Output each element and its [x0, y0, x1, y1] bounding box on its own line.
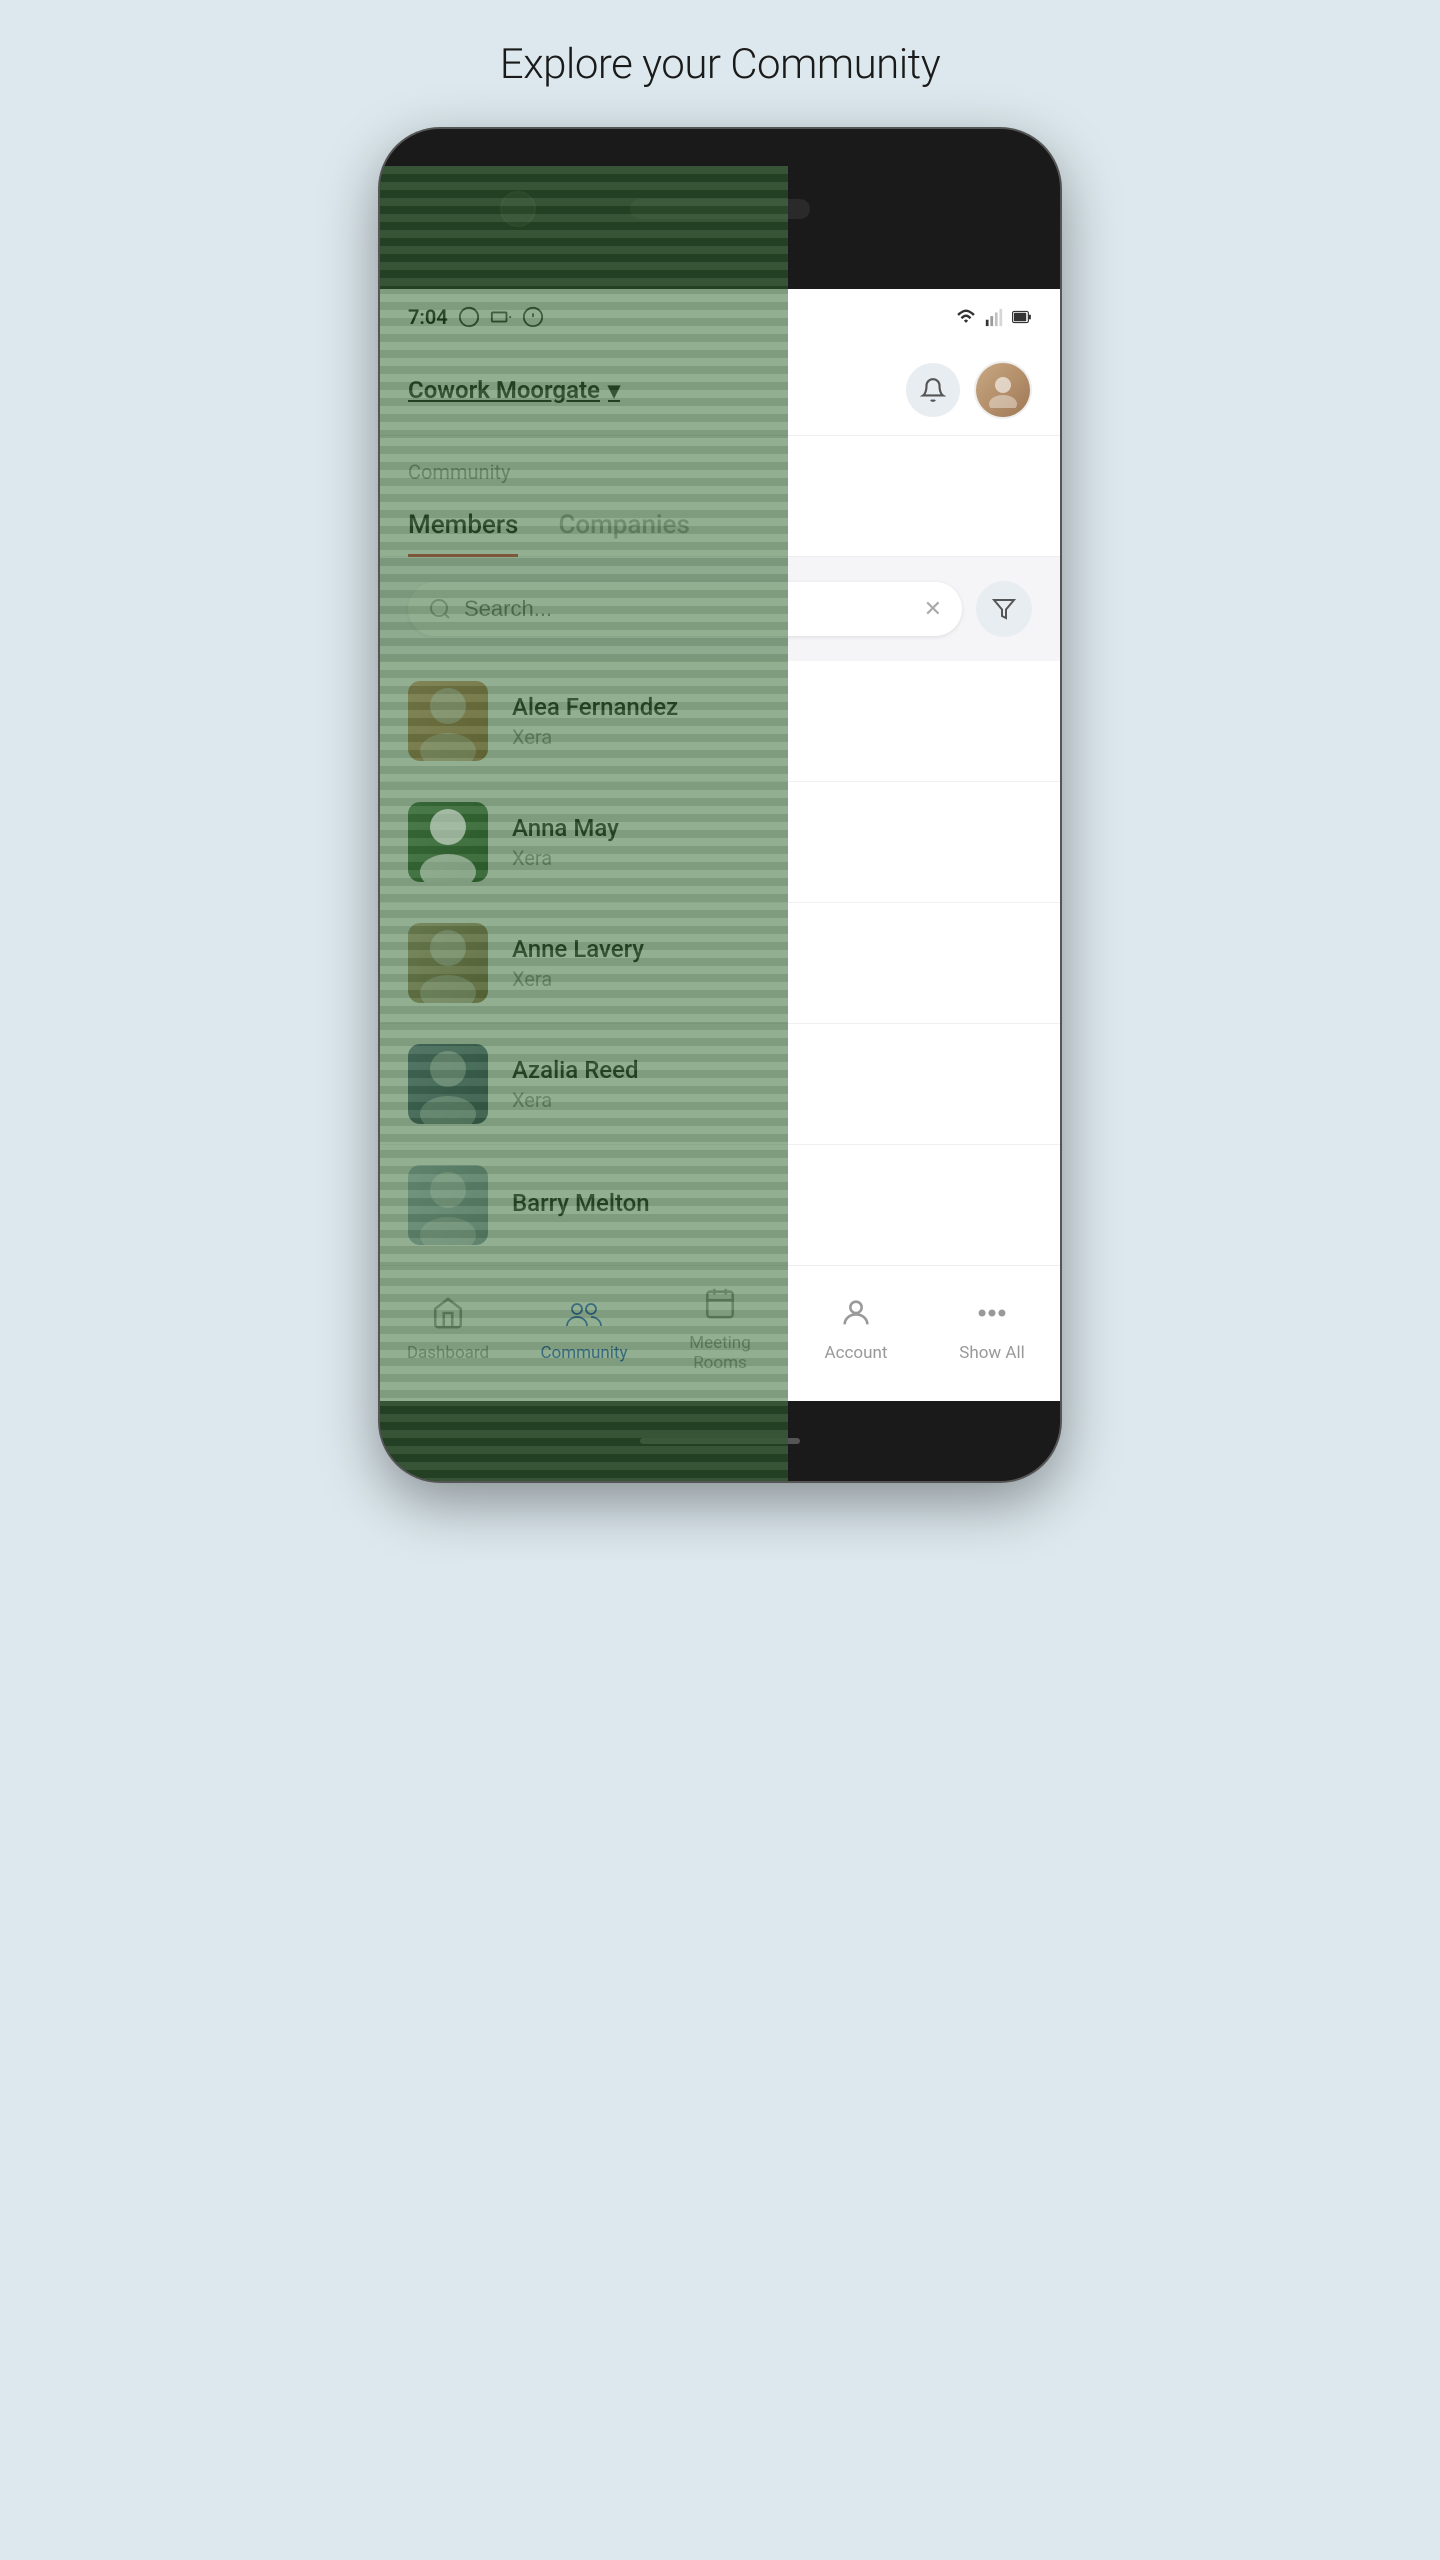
more-icon	[975, 1296, 1009, 1335]
wifi-icon	[956, 307, 976, 327]
bell-icon	[920, 377, 946, 403]
signal-icon	[984, 307, 1004, 327]
filter-button[interactable]	[976, 581, 1032, 637]
header-actions	[906, 361, 1032, 419]
battery-icon	[1012, 307, 1032, 327]
phone-screen: 7:04	[380, 289, 1060, 1401]
nav-item-account[interactable]: Account	[806, 1296, 906, 1363]
account-icon	[839, 1296, 873, 1335]
user-avatar[interactable]	[974, 361, 1032, 419]
member-list: Alea Fernandez Xera	[380, 661, 1060, 1265]
clear-search-button[interactable]: ✕	[924, 597, 942, 622]
nav-label-account: Account	[825, 1343, 888, 1363]
filter-icon	[992, 597, 1016, 621]
nav-item-show-all[interactable]: Show All	[942, 1296, 1042, 1363]
status-icons	[956, 307, 1032, 327]
list-item[interactable]: Anna May Xera	[380, 782, 1060, 903]
avatar-placeholder-icon	[418, 802, 478, 882]
phone-frame: 7:04	[380, 129, 1060, 1481]
user-avatar-icon	[985, 372, 1021, 408]
member-avatar	[408, 802, 488, 882]
notifications-button[interactable]	[906, 363, 960, 417]
nav-label-show-all: Show All	[959, 1343, 1025, 1363]
page-title: Explore your Community	[500, 40, 940, 89]
